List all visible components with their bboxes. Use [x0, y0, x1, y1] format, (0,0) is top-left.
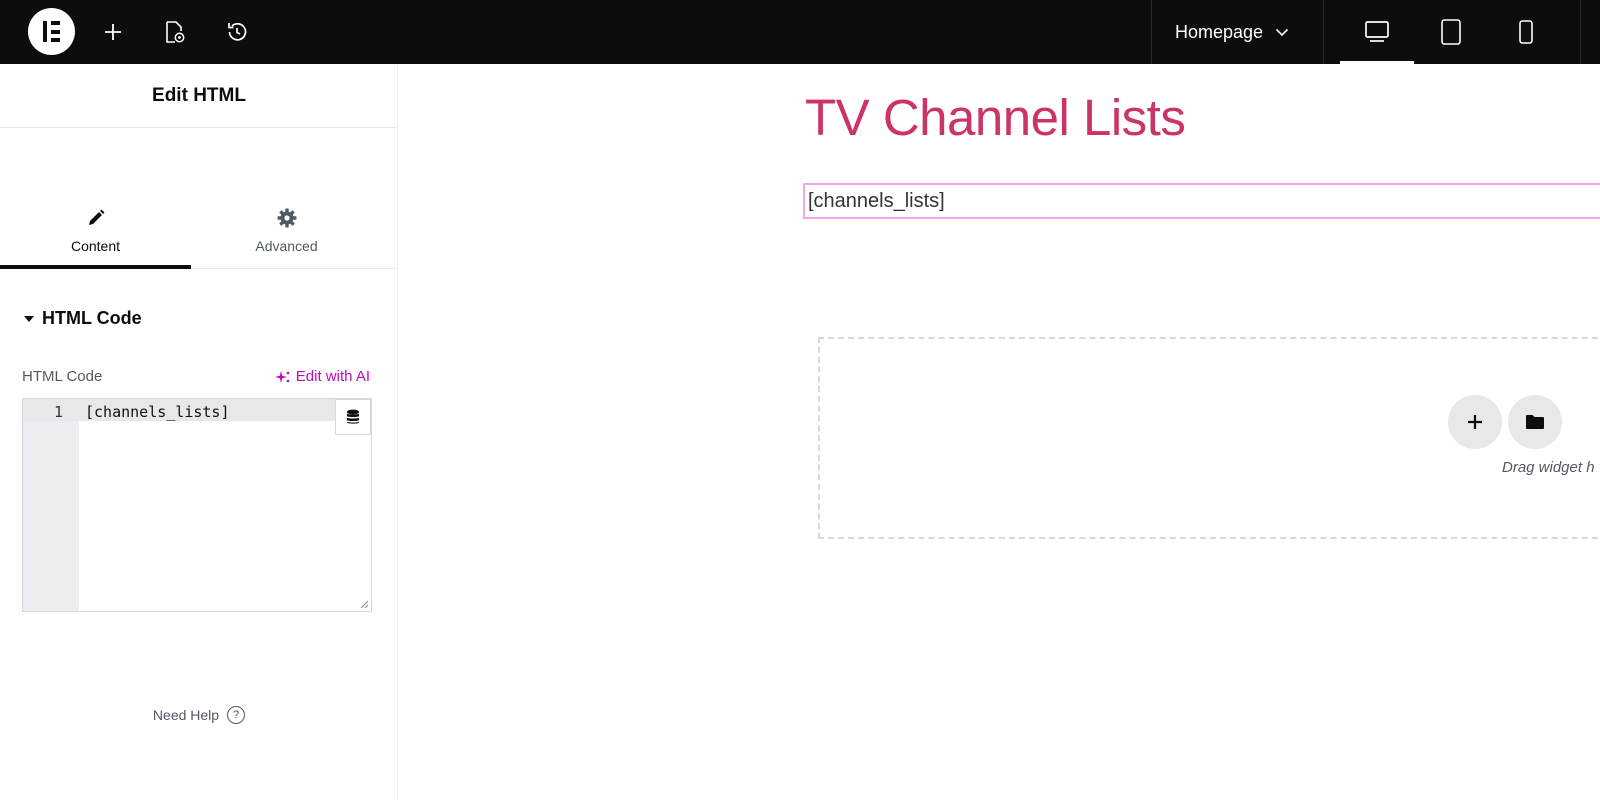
panel-tabs: Content Advanced [0, 128, 398, 269]
section-title: HTML Code [42, 308, 142, 328]
chevron-down-icon [1275, 28, 1289, 37]
resize-grip-icon[interactable] [359, 599, 369, 609]
mobile-icon [1519, 20, 1533, 44]
empty-drop-zone[interactable]: Drag widget h [818, 337, 1600, 539]
tab-content-label: Content [70, 238, 121, 254]
line-number: 1 [53, 403, 63, 421]
plus-icon [1468, 415, 1482, 429]
panel-title: Edit HTML [0, 64, 398, 128]
page-heading[interactable]: TV Channel Lists [805, 88, 1186, 147]
desktop-view-button[interactable] [1340, 0, 1414, 64]
tab-advanced[interactable]: Advanced [191, 128, 382, 268]
code-editor[interactable]: 1 [channels_lists] [22, 398, 372, 612]
code-gutter [23, 399, 79, 611]
drop-zone-hint: Drag widget h [1502, 459, 1595, 476]
add-section-button[interactable] [1448, 395, 1502, 449]
history-button[interactable] [221, 16, 253, 48]
gear-icon [277, 208, 296, 228]
edit-with-ai-label: Edit with AI [295, 368, 370, 385]
database-icon [347, 409, 359, 424]
elementor-logo-icon[interactable] [28, 8, 75, 55]
section-toggle-html-code[interactable]: HTML Code [24, 308, 142, 329]
divider [1580, 0, 1581, 64]
editor-panel: Edit HTML Content Advanced HTML Code HTM… [0, 64, 398, 800]
caret-down-icon [24, 315, 34, 322]
tab-content[interactable]: Content [0, 128, 191, 269]
add-element-button[interactable] [97, 16, 129, 48]
mobile-view-button[interactable] [1489, 0, 1563, 64]
html-widget[interactable]: [channels_lists] [803, 183, 1600, 219]
tab-advanced-label: Advanced [255, 238, 318, 254]
need-help-link[interactable]: Need Help ? [0, 706, 398, 724]
plus-icon [105, 24, 121, 40]
page-settings-button[interactable] [159, 16, 191, 48]
question-circle-icon: ? [227, 706, 246, 724]
tablet-icon [1441, 19, 1461, 45]
dynamic-tags-button[interactable] [335, 399, 371, 435]
pencil-icon [88, 209, 104, 225]
field-label: HTML Code [22, 368, 103, 385]
template-library-button[interactable] [1508, 395, 1562, 449]
page-name: Homepage [1175, 21, 1264, 42]
top-bar: Homepage [0, 0, 1600, 64]
page-settings-icon [166, 21, 185, 43]
history-icon [228, 23, 247, 41]
folder-icon [1526, 415, 1544, 429]
code-text[interactable]: [channels_lists] [85, 403, 230, 421]
preview-canvas: TV Channel Lists [channels_lists] Drag w… [399, 64, 1600, 800]
divider [1323, 0, 1324, 64]
page-selector[interactable]: Homepage [1175, 0, 1289, 64]
need-help-label: Need Help [152, 707, 220, 723]
edit-with-ai-button[interactable]: Edit with AI [274, 368, 370, 385]
ai-sparkle-icon [274, 370, 290, 383]
tablet-view-button[interactable] [1414, 0, 1488, 64]
divider [1151, 0, 1152, 64]
desktop-icon [1365, 21, 1389, 42]
